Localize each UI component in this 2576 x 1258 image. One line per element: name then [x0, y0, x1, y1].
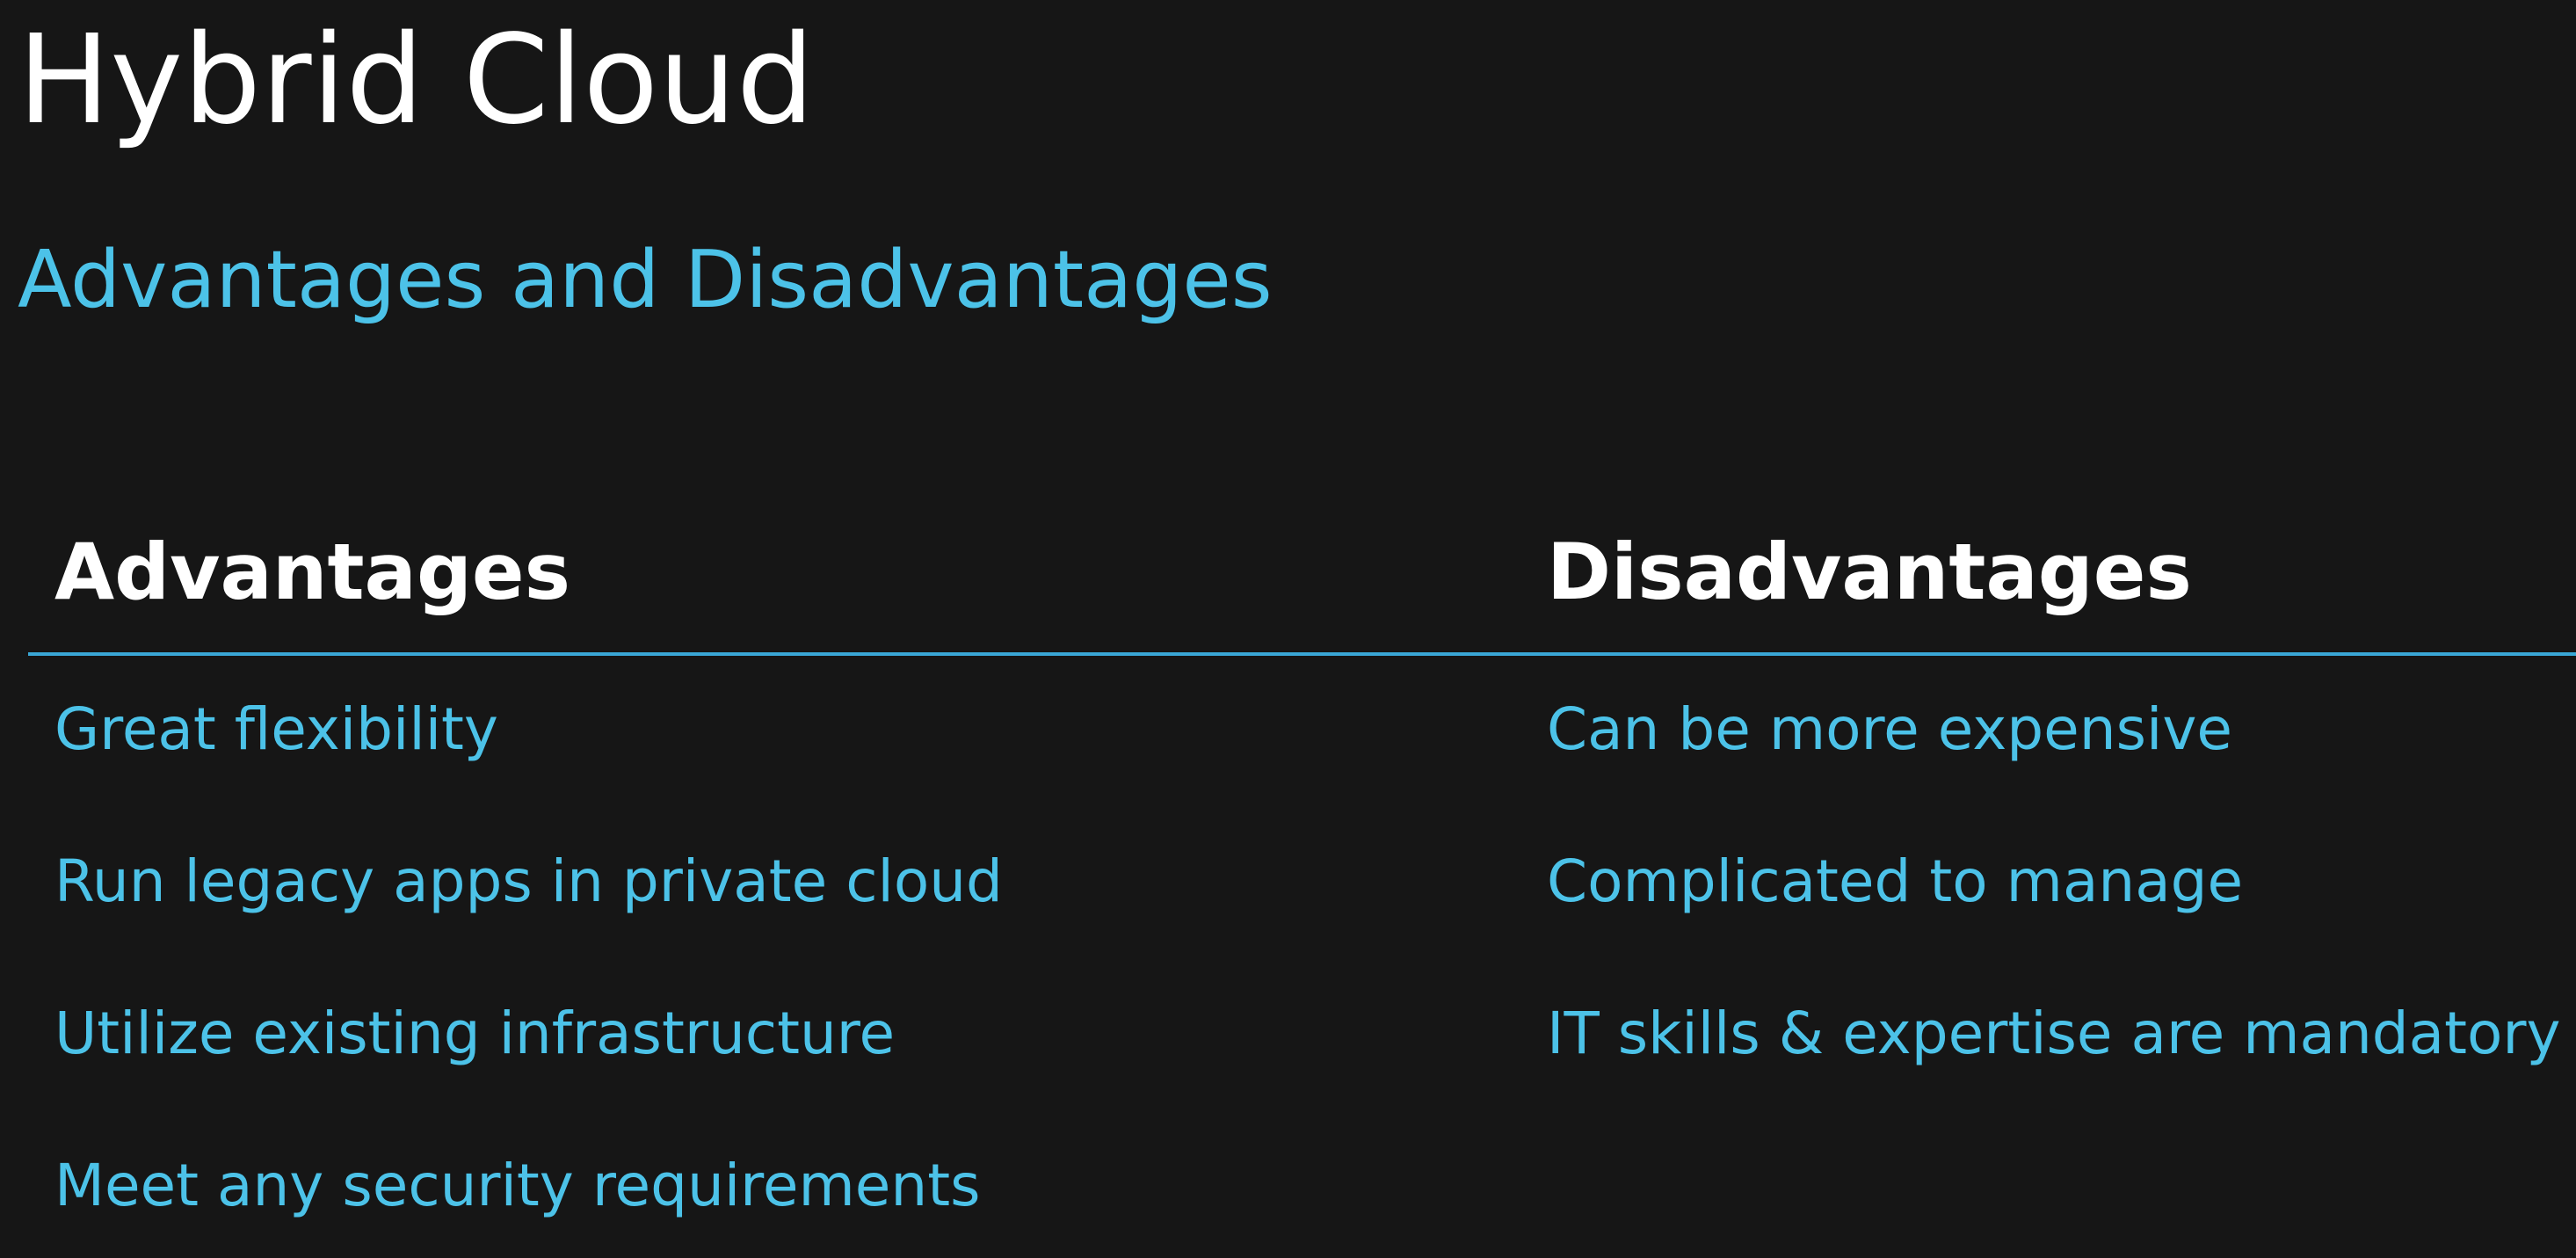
advantage-item: Run legacy apps in private cloud — [54, 847, 1003, 915]
disadvantages-header: Disadvantages — [1547, 527, 2192, 617]
header-divider — [28, 652, 2576, 656]
advantage-item: Meet any security requirements — [54, 1152, 981, 1219]
slide: Hybrid Cloud Advantages and Disadvantage… — [0, 0, 2576, 1258]
advantage-item: Great flexibility — [54, 695, 498, 763]
disadvantage-item: Can be more expensive — [1547, 695, 2232, 763]
advantage-item: Utilize existing infrastructure — [54, 1000, 896, 1067]
disadvantage-item: IT skills & expertise are mandatory — [1547, 1000, 2561, 1067]
slide-subtitle: Advantages and Disadvantages — [18, 234, 1273, 326]
advantages-header: Advantages — [54, 527, 570, 617]
disadvantages-list: Can be more expensive Complicated to man… — [1547, 681, 2571, 1138]
advantages-list: Great flexibility Run legacy apps in pri… — [54, 681, 1461, 1258]
slide-title: Hybrid Cloud — [18, 9, 815, 152]
disadvantage-item: Complicated to manage — [1547, 847, 2244, 915]
